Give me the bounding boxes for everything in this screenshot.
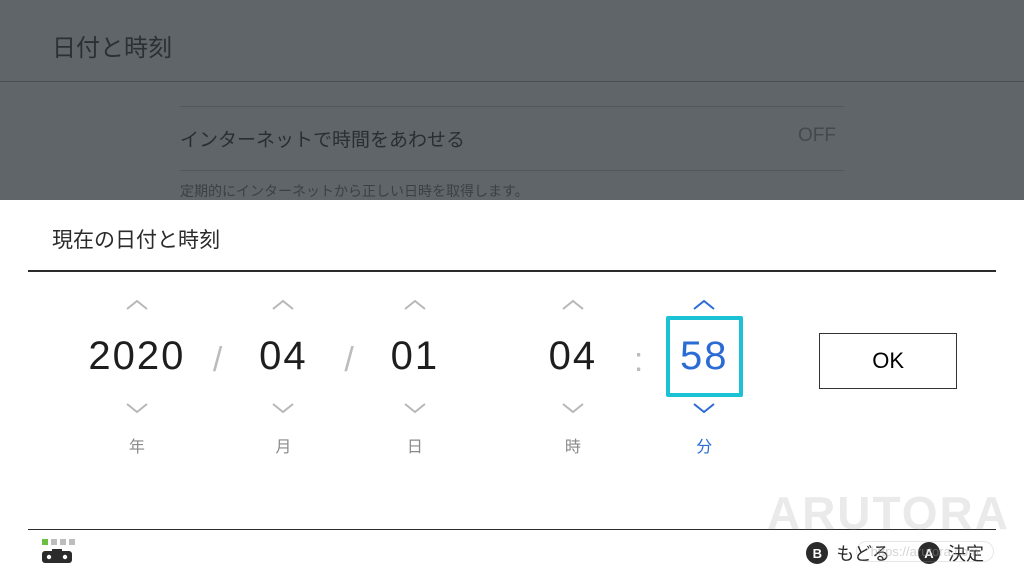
bottom-bar: B もどる A 決定 bbox=[0, 530, 1024, 576]
internet-time-label: インターネットで時間をあわせる bbox=[180, 125, 465, 152]
internet-time-value: OFF bbox=[798, 125, 836, 152]
back-hint: B もどる bbox=[806, 540, 890, 566]
modal-title: 現在の日付と時刻 bbox=[0, 200, 1024, 270]
datetime-modal: 現在の日付と時刻 2020 年 / 04 月 / bbox=[0, 200, 1024, 576]
chevron-down-icon[interactable] bbox=[401, 397, 429, 419]
spinner-minute-label: 分 bbox=[696, 433, 712, 457]
chevron-down-icon[interactable] bbox=[559, 397, 587, 419]
chevron-up-icon[interactable] bbox=[690, 294, 718, 316]
background-settings-panel: 日付と時刻 インターネットで時間をあわせる OFF 定期的にインターネットから正… bbox=[0, 0, 1024, 200]
page-title: 日付と時刻 bbox=[0, 0, 1024, 82]
spinner-day-value: 01 bbox=[379, 316, 451, 397]
spinner-hour-value: 04 bbox=[537, 316, 609, 397]
spinner-year-label: 年 bbox=[129, 433, 145, 457]
spinner-day-label: 日 bbox=[407, 433, 423, 457]
spinner-year[interactable]: 2020 年 bbox=[67, 294, 207, 457]
controller-indicator bbox=[40, 539, 75, 567]
date-separator: / bbox=[338, 341, 359, 380]
controller-icon bbox=[40, 547, 75, 567]
spinner-minute-value: 58 bbox=[666, 316, 743, 397]
internet-time-toggle-row: インターネットで時間をあわせる OFF bbox=[180, 106, 844, 171]
ok-button[interactable]: OK bbox=[819, 333, 957, 389]
chevron-up-icon[interactable] bbox=[123, 294, 151, 316]
confirm-hint: A 決定 bbox=[918, 540, 984, 566]
back-label: もどる bbox=[836, 540, 890, 566]
spinner-month[interactable]: 04 月 bbox=[228, 294, 338, 457]
spinner-hour-label: 時 bbox=[565, 433, 581, 457]
spinner-hour[interactable]: 04 時 bbox=[518, 294, 628, 457]
internet-time-helper: 定期的にインターネットから正しい日時を取得します。 bbox=[180, 181, 844, 201]
spinner-minute[interactable]: 58 分 bbox=[649, 294, 759, 457]
player-dots bbox=[42, 539, 75, 545]
spinner-day[interactable]: 01 日 bbox=[360, 294, 470, 457]
chevron-up-icon[interactable] bbox=[269, 294, 297, 316]
time-separator: : bbox=[628, 341, 649, 380]
spinner-month-label: 月 bbox=[275, 433, 291, 457]
spinner-year-value: 2020 bbox=[77, 316, 197, 397]
b-button-icon: B bbox=[806, 542, 828, 564]
spinner-month-value: 04 bbox=[247, 316, 319, 397]
confirm-label: 決定 bbox=[948, 540, 984, 566]
a-button-icon: A bbox=[918, 542, 940, 564]
chevron-up-icon[interactable] bbox=[401, 294, 429, 316]
modal-divider bbox=[28, 270, 996, 272]
chevron-down-icon[interactable] bbox=[269, 397, 297, 419]
date-separator: / bbox=[207, 341, 228, 380]
spinner-row: 2020 年 / 04 月 / 01 bbox=[0, 294, 1024, 457]
chevron-down-icon[interactable] bbox=[123, 397, 151, 419]
chevron-down-icon[interactable] bbox=[690, 397, 718, 419]
chevron-up-icon[interactable] bbox=[559, 294, 587, 316]
button-hints: B もどる A 決定 bbox=[806, 540, 984, 566]
